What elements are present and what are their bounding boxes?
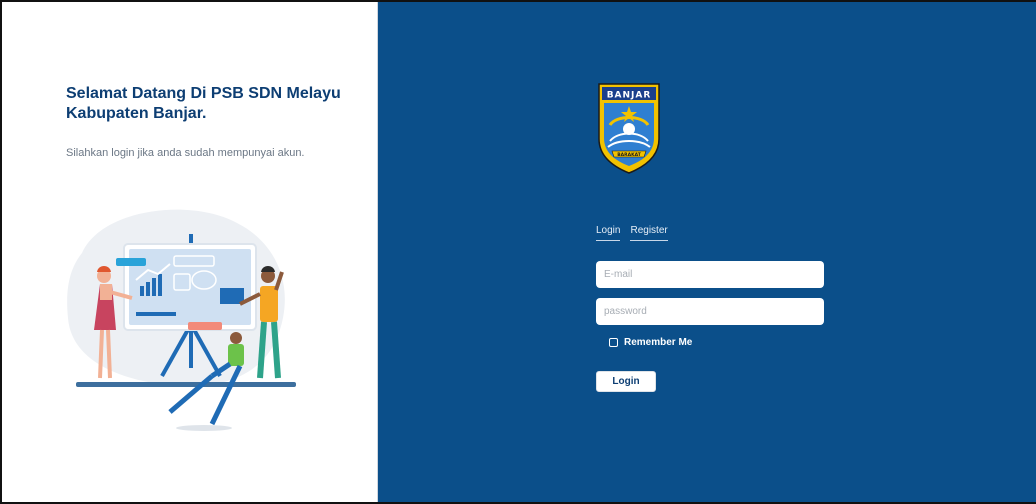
floor-line xyxy=(76,382,296,387)
login-button[interactable]: Login xyxy=(596,371,656,392)
welcome-panel: Selamat Datang Di PSB SDN Melayu Kabupat… xyxy=(2,2,378,502)
auth-tabs: Login Register xyxy=(596,225,668,241)
welcome-subtitle: Silahkan login jika anda sudah mempunyai… xyxy=(66,147,305,159)
banjar-crest-icon: BANJAR BARAKAT xyxy=(598,83,660,174)
welcome-title: Selamat Datang Di PSB SDN Melayu Kabupat… xyxy=(66,85,341,122)
email-field[interactable] xyxy=(596,261,824,288)
password-field[interactable] xyxy=(596,298,824,325)
remember-me: Remember Me xyxy=(609,337,692,348)
tab-login[interactable]: Login xyxy=(596,225,621,241)
logo-ribbon-text: BARAKAT xyxy=(617,152,641,158)
presentation-illustration xyxy=(67,209,296,431)
login-panel: BANJAR BARAKAT Login Register Remember M… xyxy=(378,2,1036,502)
remember-me-checkbox[interactable] xyxy=(609,338,618,347)
banjar-logo: BANJAR BARAKAT xyxy=(596,81,662,180)
tab-register[interactable]: Register xyxy=(630,225,668,241)
logo-text: BANJAR xyxy=(607,91,652,101)
page-frame: Selamat Datang Di PSB SDN Melayu Kabupat… xyxy=(0,0,1036,504)
remember-me-label: Remember Me xyxy=(624,337,693,348)
